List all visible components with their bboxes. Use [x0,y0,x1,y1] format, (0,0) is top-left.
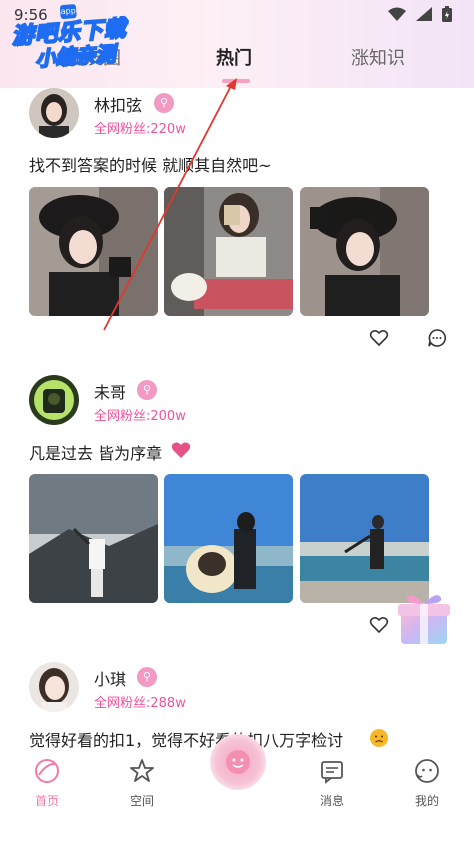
post-photo[interactable] [164,187,293,316]
signal-icon [416,7,432,21]
avatar[interactable] [29,662,79,712]
verified-badge-icon: ⚲ [137,380,157,400]
tab-knowledge[interactable]: 涨知识 [351,44,405,70]
like-heart-icon[interactable] [369,615,389,635]
username[interactable]: 小琪 [94,666,126,690]
username[interactable]: 林扣弦 [94,92,142,116]
post-text: 觉得好看的扣1，觉得不好看的扣八万字检讨 [29,731,344,748]
fans-count: 全网粉丝:288w [94,696,186,711]
post-text: 找不到答案的时候 就顺其自然吧~ [29,156,272,175]
nav-space-label: 空间 [129,794,154,808]
post-photo[interactable] [29,187,158,316]
post-photo[interactable] [300,474,429,603]
nav-profile-label: 我的 [414,794,439,808]
status-icons [388,6,452,22]
nav-space[interactable]: 空间 [112,758,172,809]
watermark-logo: app 游吧乐下载 小编亲测 [6,1,150,72]
wifi-icon [388,7,406,21]
avatar[interactable] [29,88,79,138]
nav-home-label: 首页 [34,794,59,808]
post-photo[interactable] [164,474,293,603]
header: 9:56 朋友圈 热门 涨知识 app 游吧乐下载 小编亲测 [0,0,474,88]
nav-messages-label: 消息 [319,794,344,808]
nav-profile[interactable]: 我的 [397,758,457,809]
post-photo[interactable] [29,474,158,603]
verified-badge-icon: ⚲ [154,93,174,113]
post-text: 凡是过去 皆为序章 [29,444,163,463]
username[interactable]: 未哥 [94,379,126,403]
like-heart-icon[interactable] [369,328,389,348]
verified-badge-icon: ⚲ [137,667,157,687]
smile-face-icon [226,750,250,774]
avatar[interactable] [29,375,79,425]
bottom-nav: 首页 空间 消息 我的 [0,734,474,843]
star-icon [130,759,154,782]
nav-home[interactable]: 首页 [17,758,77,809]
tab-hot[interactable]: 热门 [216,44,252,70]
fans-count: 全网粉丝:200w [94,409,186,424]
gift-icon[interactable] [393,588,455,650]
center-action-button[interactable] [210,734,266,790]
profile-icon [415,759,439,783]
tab-indicator [222,79,250,83]
fans-count: 全网粉丝:220w [94,122,186,137]
message-icon [321,761,343,784]
emoji-icon [370,729,388,747]
watermark-line2: 小编亲测 [34,40,117,72]
home-icon [35,759,59,783]
nav-messages[interactable]: 消息 [302,758,362,809]
post-photo[interactable] [300,187,429,316]
comment-icon[interactable] [427,328,447,348]
battery-icon [442,6,452,22]
heart-emoji-icon [171,442,191,458]
